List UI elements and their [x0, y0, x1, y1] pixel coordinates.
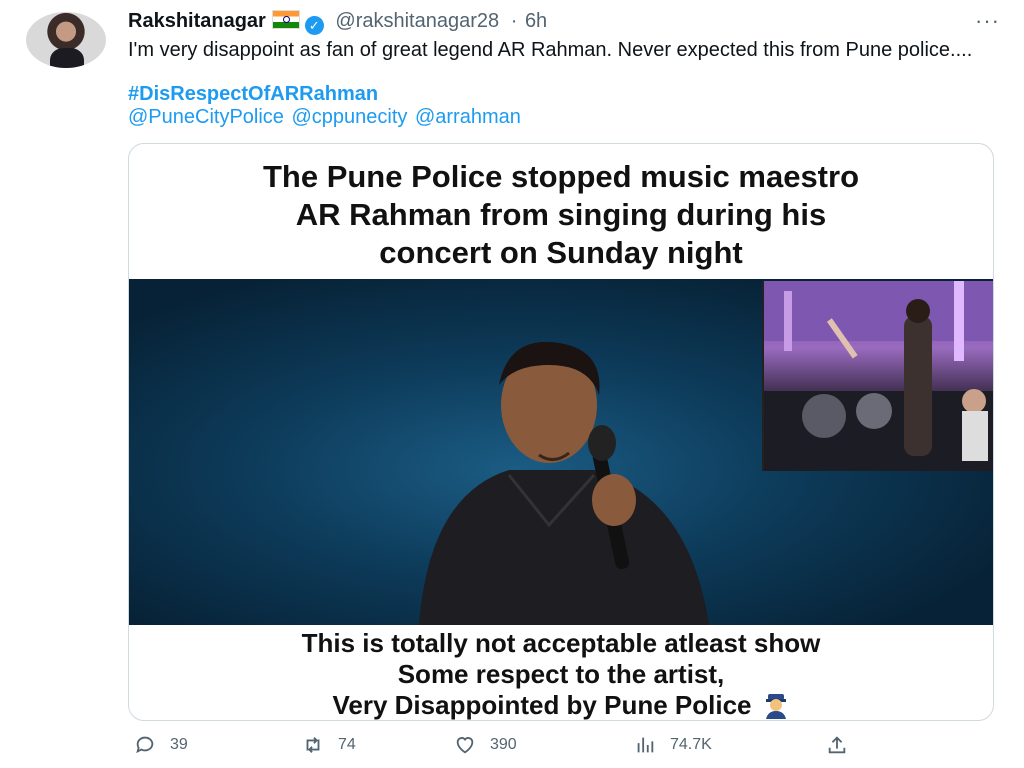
analytics-icon [637, 737, 654, 753]
views-count: 74.7K [670, 736, 712, 753]
caption-line-3: Very Disappointed by Pune Police [129, 690, 993, 720]
headline-line-1: The Pune Police stopped music maestro [262, 159, 860, 194]
like-count: 390 [490, 736, 517, 753]
retweet-icon [306, 737, 320, 753]
reply-button[interactable]: 39 [134, 731, 188, 759]
user-handle[interactable]: @rakshitanagar28 [335, 10, 499, 32]
tweet-actions: 39 74 390 74.7K [128, 731, 992, 759]
heart-icon [456, 737, 474, 754]
tweet-time[interactable]: 6h [525, 10, 547, 32]
separator-dot: · [510, 10, 518, 32]
singer-figure [419, 341, 709, 625]
media-card[interactable]: The Pune Police stopped music maestro AR… [128, 143, 994, 721]
retweet-button[interactable]: 74 [302, 731, 356, 759]
headline-line-3: concert on Sunday night [379, 235, 743, 270]
caption-line-1: This is totally not acceptable atleast s… [301, 628, 821, 658]
retweet-count: 74 [338, 736, 356, 753]
views-button[interactable]: 74.7K [634, 731, 712, 759]
like-button[interactable]: 390 [454, 731, 517, 759]
caption-line-2: Some respect to the artist, [397, 659, 725, 689]
share-icon [828, 736, 846, 754]
hashtag-link[interactable]: #DisRespectOfARRahman [128, 83, 378, 106]
tweet-text: I'm very disappoint as fan of great lege… [128, 39, 973, 61]
verified-badge-icon[interactable]: ✓ [304, 16, 324, 35]
image-headline: The Pune Police stopped music maestro AR… [129, 158, 993, 272]
tweet-header: Rakshitanagar ✓ @rakshitanagar28 · 6h [128, 10, 1004, 35]
reply-icon [136, 736, 154, 754]
reply-count: 39 [170, 736, 188, 753]
mentions-links[interactable]: @PuneCityPolice @cppunecity @arrahman [128, 106, 521, 129]
avatar[interactable] [26, 12, 106, 68]
caption-line-3-text: Very Disappointed by Pune Police [332, 690, 752, 720]
share-button[interactable] [826, 731, 848, 759]
display-name[interactable]: Rakshitanagar [128, 10, 266, 32]
police-officer-icon [765, 694, 786, 719]
headline-line-2: AR Rahman from singing during his [295, 197, 827, 232]
concert-photo [129, 279, 993, 625]
india-flag-icon [271, 10, 300, 29]
inset-stage-photo [762, 281, 993, 471]
more-options-icon[interactable]: ··· [975, 8, 1000, 34]
stage-scene [764, 281, 993, 471]
image-caption: This is totally not acceptable atleast s… [129, 628, 993, 720]
